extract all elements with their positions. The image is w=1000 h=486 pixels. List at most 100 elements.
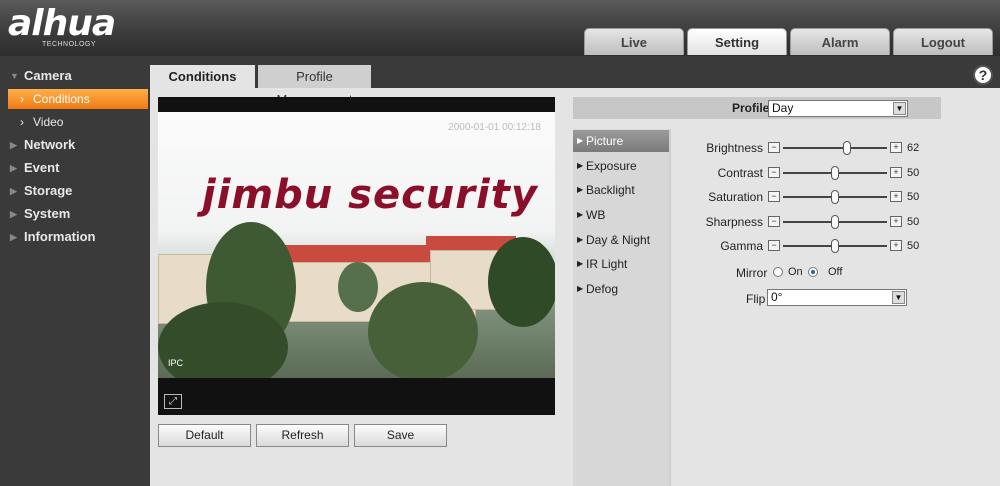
nav-item-label: Picture xyxy=(586,134,624,148)
saturation-row: Saturation − + 50 xyxy=(690,189,930,205)
sharpness-increase-button[interactable]: + xyxy=(890,216,902,227)
brightness-label: Brightness xyxy=(706,141,763,155)
contrast-decrease-button[interactable]: − xyxy=(768,167,780,178)
saturation-value: 50 xyxy=(907,191,920,203)
flip-select[interactable]: 0° ▼ xyxy=(767,289,907,306)
nav-item-defog[interactable]: ▶ Defog xyxy=(573,278,669,300)
dropdown-arrow-icon: ▼ xyxy=(892,291,905,304)
profile-select-value: Day xyxy=(772,101,794,115)
brand-logo-subtitle: TECHNOLOGY xyxy=(42,41,97,48)
tree-shape xyxy=(338,262,378,312)
mirror-on-radio[interactable] xyxy=(773,267,783,277)
panel-divider xyxy=(669,129,671,486)
bullet-icon: ▶ xyxy=(577,185,584,194)
gamma-increase-button[interactable]: + xyxy=(890,240,902,251)
tab-conditions[interactable]: Conditions xyxy=(150,65,255,88)
help-icon[interactable]: ? xyxy=(973,65,993,85)
sharpness-label: Sharpness xyxy=(705,215,763,229)
sharpness-row: Sharpness − + 50 xyxy=(690,214,930,230)
sidebar: ▼ Camera › Conditions › Video ▶ Network … xyxy=(0,56,150,486)
sidebar-item-information[interactable]: ▶ Information xyxy=(0,227,150,247)
gamma-value: 50 xyxy=(907,240,920,252)
sharpness-slider[interactable] xyxy=(783,215,887,229)
brightness-value: 62 xyxy=(907,142,920,154)
brand-logo: alhua xyxy=(8,3,116,44)
settings-nav: ▶ Picture ▶ Exposure ▶ Backlight ▶ WB ▶ Day &… xyxy=(573,129,669,486)
refresh-button[interactable]: Refresh xyxy=(256,424,349,447)
contrast-slider[interactable] xyxy=(783,166,887,180)
sidebar-item-network[interactable]: ▶ Network xyxy=(0,135,150,155)
mirror-off-radio[interactable] xyxy=(808,267,818,277)
sidebar-item-event[interactable]: ▶ Event xyxy=(0,158,150,178)
video-channel-label: IPC xyxy=(168,358,184,368)
gamma-slider-thumb[interactable] xyxy=(831,239,839,253)
saturation-increase-button[interactable]: + xyxy=(890,191,902,202)
saturation-decrease-button[interactable]: − xyxy=(768,191,780,202)
gamma-slider[interactable] xyxy=(783,239,887,253)
sidebar-subitem-video[interactable]: › Video xyxy=(8,112,148,132)
gamma-decrease-button[interactable]: − xyxy=(768,240,780,251)
caret-right-icon: ▶ xyxy=(10,140,17,150)
tree-shape xyxy=(368,282,478,378)
video-preview: 2000-01-01 00:12:18 jimbu security IPC ⤢ xyxy=(158,97,555,415)
profile-select[interactable]: Day ▼ xyxy=(768,100,908,117)
sidebar-item-system[interactable]: ▶ System xyxy=(0,204,150,224)
save-button[interactable]: Save xyxy=(354,424,447,447)
caret-right-icon: ▶ xyxy=(10,186,17,196)
contrast-slider-thumb[interactable] xyxy=(831,166,839,180)
brightness-row: Brightness − + 62 xyxy=(690,140,930,156)
nav-item-label: Day & Night xyxy=(586,233,651,247)
sidebar-item-label: System xyxy=(24,206,71,221)
brightness-slider-thumb[interactable] xyxy=(843,141,852,155)
caret-right-icon: ▶ xyxy=(10,163,17,173)
nav-item-label: Defog xyxy=(586,282,619,296)
caret-right-icon: ▶ xyxy=(10,209,17,219)
saturation-slider-thumb[interactable] xyxy=(831,190,839,204)
nav-item-label: Exposure xyxy=(586,159,637,173)
contrast-row: Contrast − + 50 xyxy=(690,165,930,181)
sidebar-item-label: Camera xyxy=(24,68,72,83)
bullet-icon: ▶ xyxy=(577,235,584,244)
contrast-increase-button[interactable]: + xyxy=(890,167,902,178)
nav-item-label: WB xyxy=(586,208,606,222)
top-header: alhua TECHNOLOGY Live Setting Alarm Logo… xyxy=(0,0,1000,56)
tab-alarm[interactable]: Alarm xyxy=(790,28,890,55)
video-watermark: jimbu security xyxy=(202,172,538,218)
bullet-icon: ▶ xyxy=(577,161,584,170)
chevron-right-icon: › xyxy=(20,115,24,129)
bullet-icon: ▶ xyxy=(577,136,584,145)
sidebar-item-storage[interactable]: ▶ Storage xyxy=(0,181,150,201)
nav-item-ir-light[interactable]: ▶ IR Light xyxy=(573,253,669,275)
profile-label: Profile xyxy=(732,101,770,115)
tab-profile-management[interactable]: Profile Management xyxy=(258,65,371,107)
nav-item-backlight[interactable]: ▶ Backlight xyxy=(573,179,669,201)
mirror-on-label: On xyxy=(788,266,803,278)
fullscreen-icon[interactable]: ⤢ xyxy=(164,394,182,409)
nav-item-label: IR Light xyxy=(586,257,628,271)
contrast-label: Contrast xyxy=(717,166,763,180)
sidebar-item-label: Network xyxy=(24,137,76,152)
saturation-slider[interactable] xyxy=(783,190,887,204)
nav-item-day-night[interactable]: ▶ Day & Night xyxy=(573,229,669,251)
nav-item-exposure[interactable]: ▶ Exposure xyxy=(573,155,669,177)
brightness-increase-button[interactable]: + xyxy=(890,142,902,153)
sidebar-subitem-conditions[interactable]: › Conditions xyxy=(8,89,148,109)
sidebar-subitem-label: Video xyxy=(33,115,64,129)
content-tabbar: Conditions Profile Management ? xyxy=(150,56,1000,107)
sharpness-slider-thumb[interactable] xyxy=(831,215,839,229)
content-area: Conditions Profile Management ? 2000-01-… xyxy=(150,56,1000,486)
contrast-value: 50 xyxy=(907,167,920,179)
brightness-slider[interactable] xyxy=(783,141,887,155)
brightness-decrease-button[interactable]: − xyxy=(768,142,780,153)
nav-item-wb[interactable]: ▶ WB xyxy=(573,204,669,226)
default-button[interactable]: Default xyxy=(158,424,251,447)
bullet-icon: ▶ xyxy=(577,259,584,268)
tab-logout[interactable]: Logout xyxy=(893,28,993,55)
sidebar-item-camera[interactable]: ▼ Camera xyxy=(0,66,150,86)
tab-live[interactable]: Live xyxy=(584,28,684,55)
nav-item-picture[interactable]: ▶ Picture xyxy=(573,130,669,152)
sharpness-decrease-button[interactable]: − xyxy=(768,216,780,227)
profile-bar: Profile Day ▼ xyxy=(573,97,941,119)
flip-label: Flip xyxy=(746,292,766,306)
tab-setting[interactable]: Setting xyxy=(687,28,787,55)
